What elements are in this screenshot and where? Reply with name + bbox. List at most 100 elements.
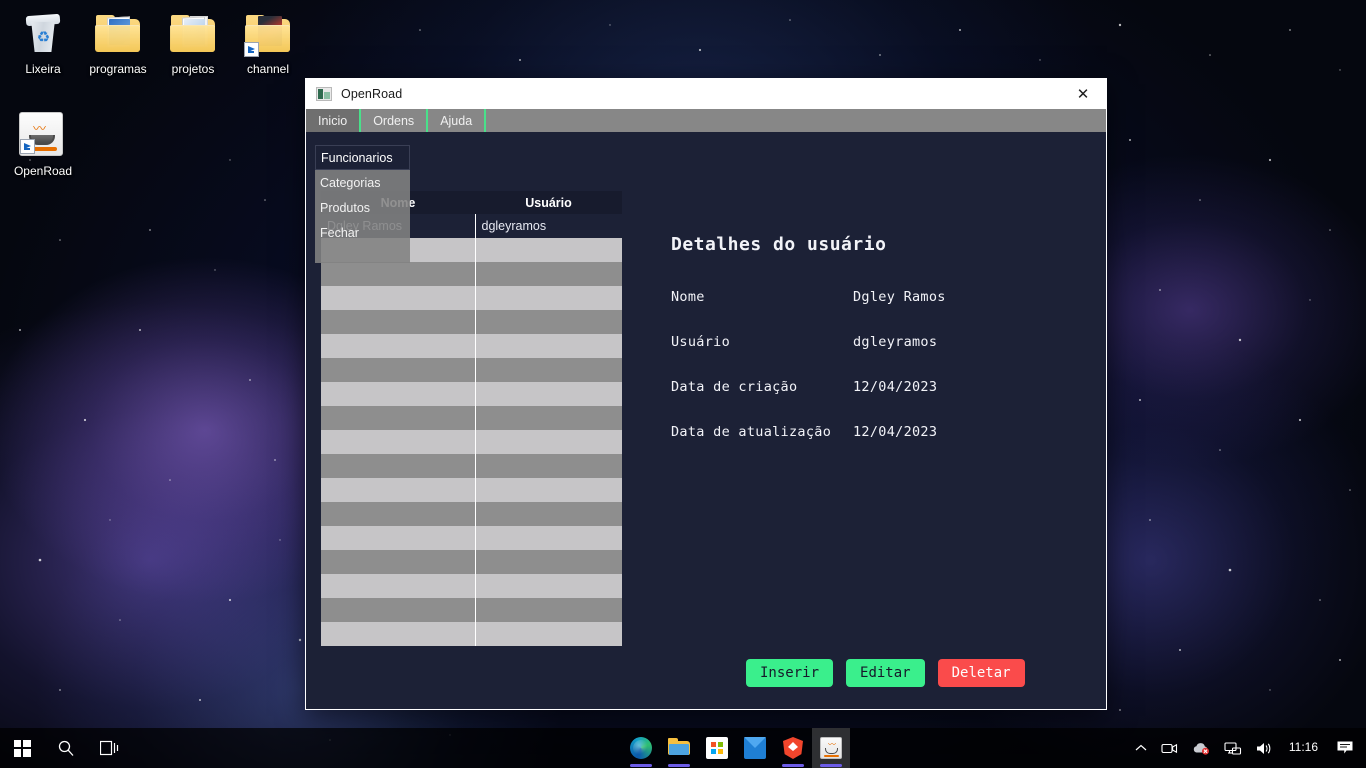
cell-nome (321, 382, 476, 406)
folder-icon (94, 10, 142, 58)
taskbar-app-brave[interactable] (774, 728, 812, 768)
task-view-button[interactable] (88, 728, 132, 768)
menu-item-categorias[interactable]: Categorias (315, 170, 410, 195)
taskbar-app-buttons: 〰 (622, 728, 850, 768)
details-heading: Detalhes do usuário (671, 234, 887, 255)
network-icon (1224, 741, 1241, 755)
column-header-usuario[interactable]: Usuário (475, 191, 622, 214)
inicio-dropdown-menu: Funcionarios Categorias Produtos Fechar (315, 145, 410, 263)
window-title: OpenRoad (341, 87, 403, 101)
table-row[interactable] (321, 574, 622, 598)
camera-icon (1161, 743, 1177, 753)
shortcut-overlay-icon (244, 42, 259, 57)
table-row[interactable] (321, 478, 622, 502)
editar-button[interactable]: Editar (846, 659, 925, 687)
volume-tray-icon[interactable] (1249, 728, 1281, 768)
cell-usuario (475, 478, 622, 502)
cell-usuario (475, 622, 622, 646)
desktop-icon-label: projetos (171, 62, 215, 76)
taskbar-app-microsoft-store[interactable] (698, 728, 736, 768)
inserir-button[interactable]: Inserir (746, 659, 834, 687)
cell-usuario (475, 406, 622, 430)
detail-value: 12/04/2023 (853, 379, 938, 395)
table-row[interactable] (321, 358, 622, 382)
taskbar-app-mail[interactable] (736, 728, 774, 768)
cell-usuario (475, 286, 622, 310)
detail-value: 12/04/2023 (853, 424, 938, 440)
table-row[interactable] (321, 430, 622, 454)
notifications-button[interactable] (1328, 728, 1366, 768)
detail-row-data-atualizacao: Data de atualização 12/04/2023 (671, 424, 1081, 440)
cell-nome (321, 454, 476, 478)
system-tray: 11:16 (1128, 728, 1366, 768)
app-window-icon (316, 87, 332, 101)
table-row[interactable] (321, 406, 622, 430)
menu-item-fechar[interactable]: Fechar (315, 220, 410, 245)
show-hidden-icons-button[interactable] (1128, 728, 1154, 768)
table-row[interactable] (321, 502, 622, 526)
mail-icon (744, 737, 766, 759)
cell-nome (321, 430, 476, 454)
running-indicator (820, 764, 842, 767)
menu-ajuda[interactable]: Ajuda (428, 109, 487, 132)
onedrive-tray-icon[interactable] (1185, 728, 1217, 768)
desktop-icon-openroad[interactable]: 〰 OpenRoad (6, 110, 80, 178)
volume-icon (1256, 742, 1271, 754)
table-row[interactable] (321, 454, 622, 478)
taskbar-app-openroad[interactable]: 〰 (812, 728, 850, 768)
user-details-panel: Detalhes do usuário Nome Dgley Ramos Usu… (671, 234, 1081, 469)
desktop-icon-label: Lixeira (25, 62, 61, 76)
java-app-icon: 〰 (19, 112, 67, 160)
java-icon: 〰 (820, 737, 842, 759)
camera-tray-icon[interactable] (1154, 728, 1185, 768)
cell-nome (321, 478, 476, 502)
cell-usuario (475, 550, 622, 574)
desktop-icon-channel[interactable]: channel (231, 10, 305, 76)
chevron-up-icon (1135, 744, 1147, 751)
menu-item-produtos[interactable]: Produtos (315, 195, 410, 220)
cell-nome (321, 286, 476, 310)
clock[interactable]: 11:16 (1281, 728, 1328, 768)
table-row[interactable] (321, 334, 622, 358)
running-indicator (668, 764, 690, 767)
menu-ordens[interactable]: Ordens (361, 109, 429, 132)
network-tray-icon[interactable] (1217, 728, 1249, 768)
cell-usuario: dgleyramos (475, 214, 622, 238)
detail-row-nome: Nome Dgley Ramos (671, 289, 1081, 305)
table-row[interactable] (321, 550, 622, 574)
file-explorer-icon (668, 737, 690, 759)
desktop-icon-projetos[interactable]: projetos (156, 10, 230, 76)
deletar-button[interactable]: Deletar (937, 659, 1025, 687)
edge-icon (630, 737, 652, 759)
notification-icon (1337, 741, 1353, 754)
close-icon[interactable]: ✕ (1060, 79, 1106, 109)
desktop: ♻ Lixeira programas projetos channel 〰 O… (0, 0, 1366, 768)
detail-label: Usuário (671, 334, 730, 350)
menubar: Inicio Ordens Ajuda (306, 109, 1106, 132)
desktop-icon-label: OpenRoad (13, 164, 73, 178)
table-row[interactable] (321, 526, 622, 550)
cell-usuario (475, 358, 622, 382)
desktop-icon-lixeira[interactable]: ♻ Lixeira (6, 10, 80, 76)
menu-item-funcionarios[interactable]: Funcionarios (315, 145, 410, 170)
table-row[interactable] (321, 598, 622, 622)
window-titlebar[interactable]: OpenRoad ✕ (306, 79, 1106, 109)
cell-usuario (475, 262, 622, 286)
table-row[interactable] (321, 382, 622, 406)
cloud-error-icon (1193, 743, 1209, 755)
table-row[interactable] (321, 262, 622, 286)
search-button[interactable] (44, 728, 88, 768)
detail-label: Nome (671, 289, 705, 305)
desktop-icon-programas[interactable]: programas (81, 10, 155, 76)
table-row[interactable] (321, 310, 622, 334)
cell-nome (321, 622, 476, 646)
table-row[interactable] (321, 622, 622, 646)
detail-row-data-criacao: Data de criação 12/04/2023 (671, 379, 1081, 395)
table-row[interactable] (321, 286, 622, 310)
menu-inicio[interactable]: Inicio (306, 109, 362, 132)
start-button[interactable] (0, 728, 44, 768)
taskbar-app-file-explorer[interactable] (660, 728, 698, 768)
task-view-icon (100, 740, 119, 755)
taskbar-app-microsoft-edge[interactable] (622, 728, 660, 768)
cell-usuario (475, 334, 622, 358)
